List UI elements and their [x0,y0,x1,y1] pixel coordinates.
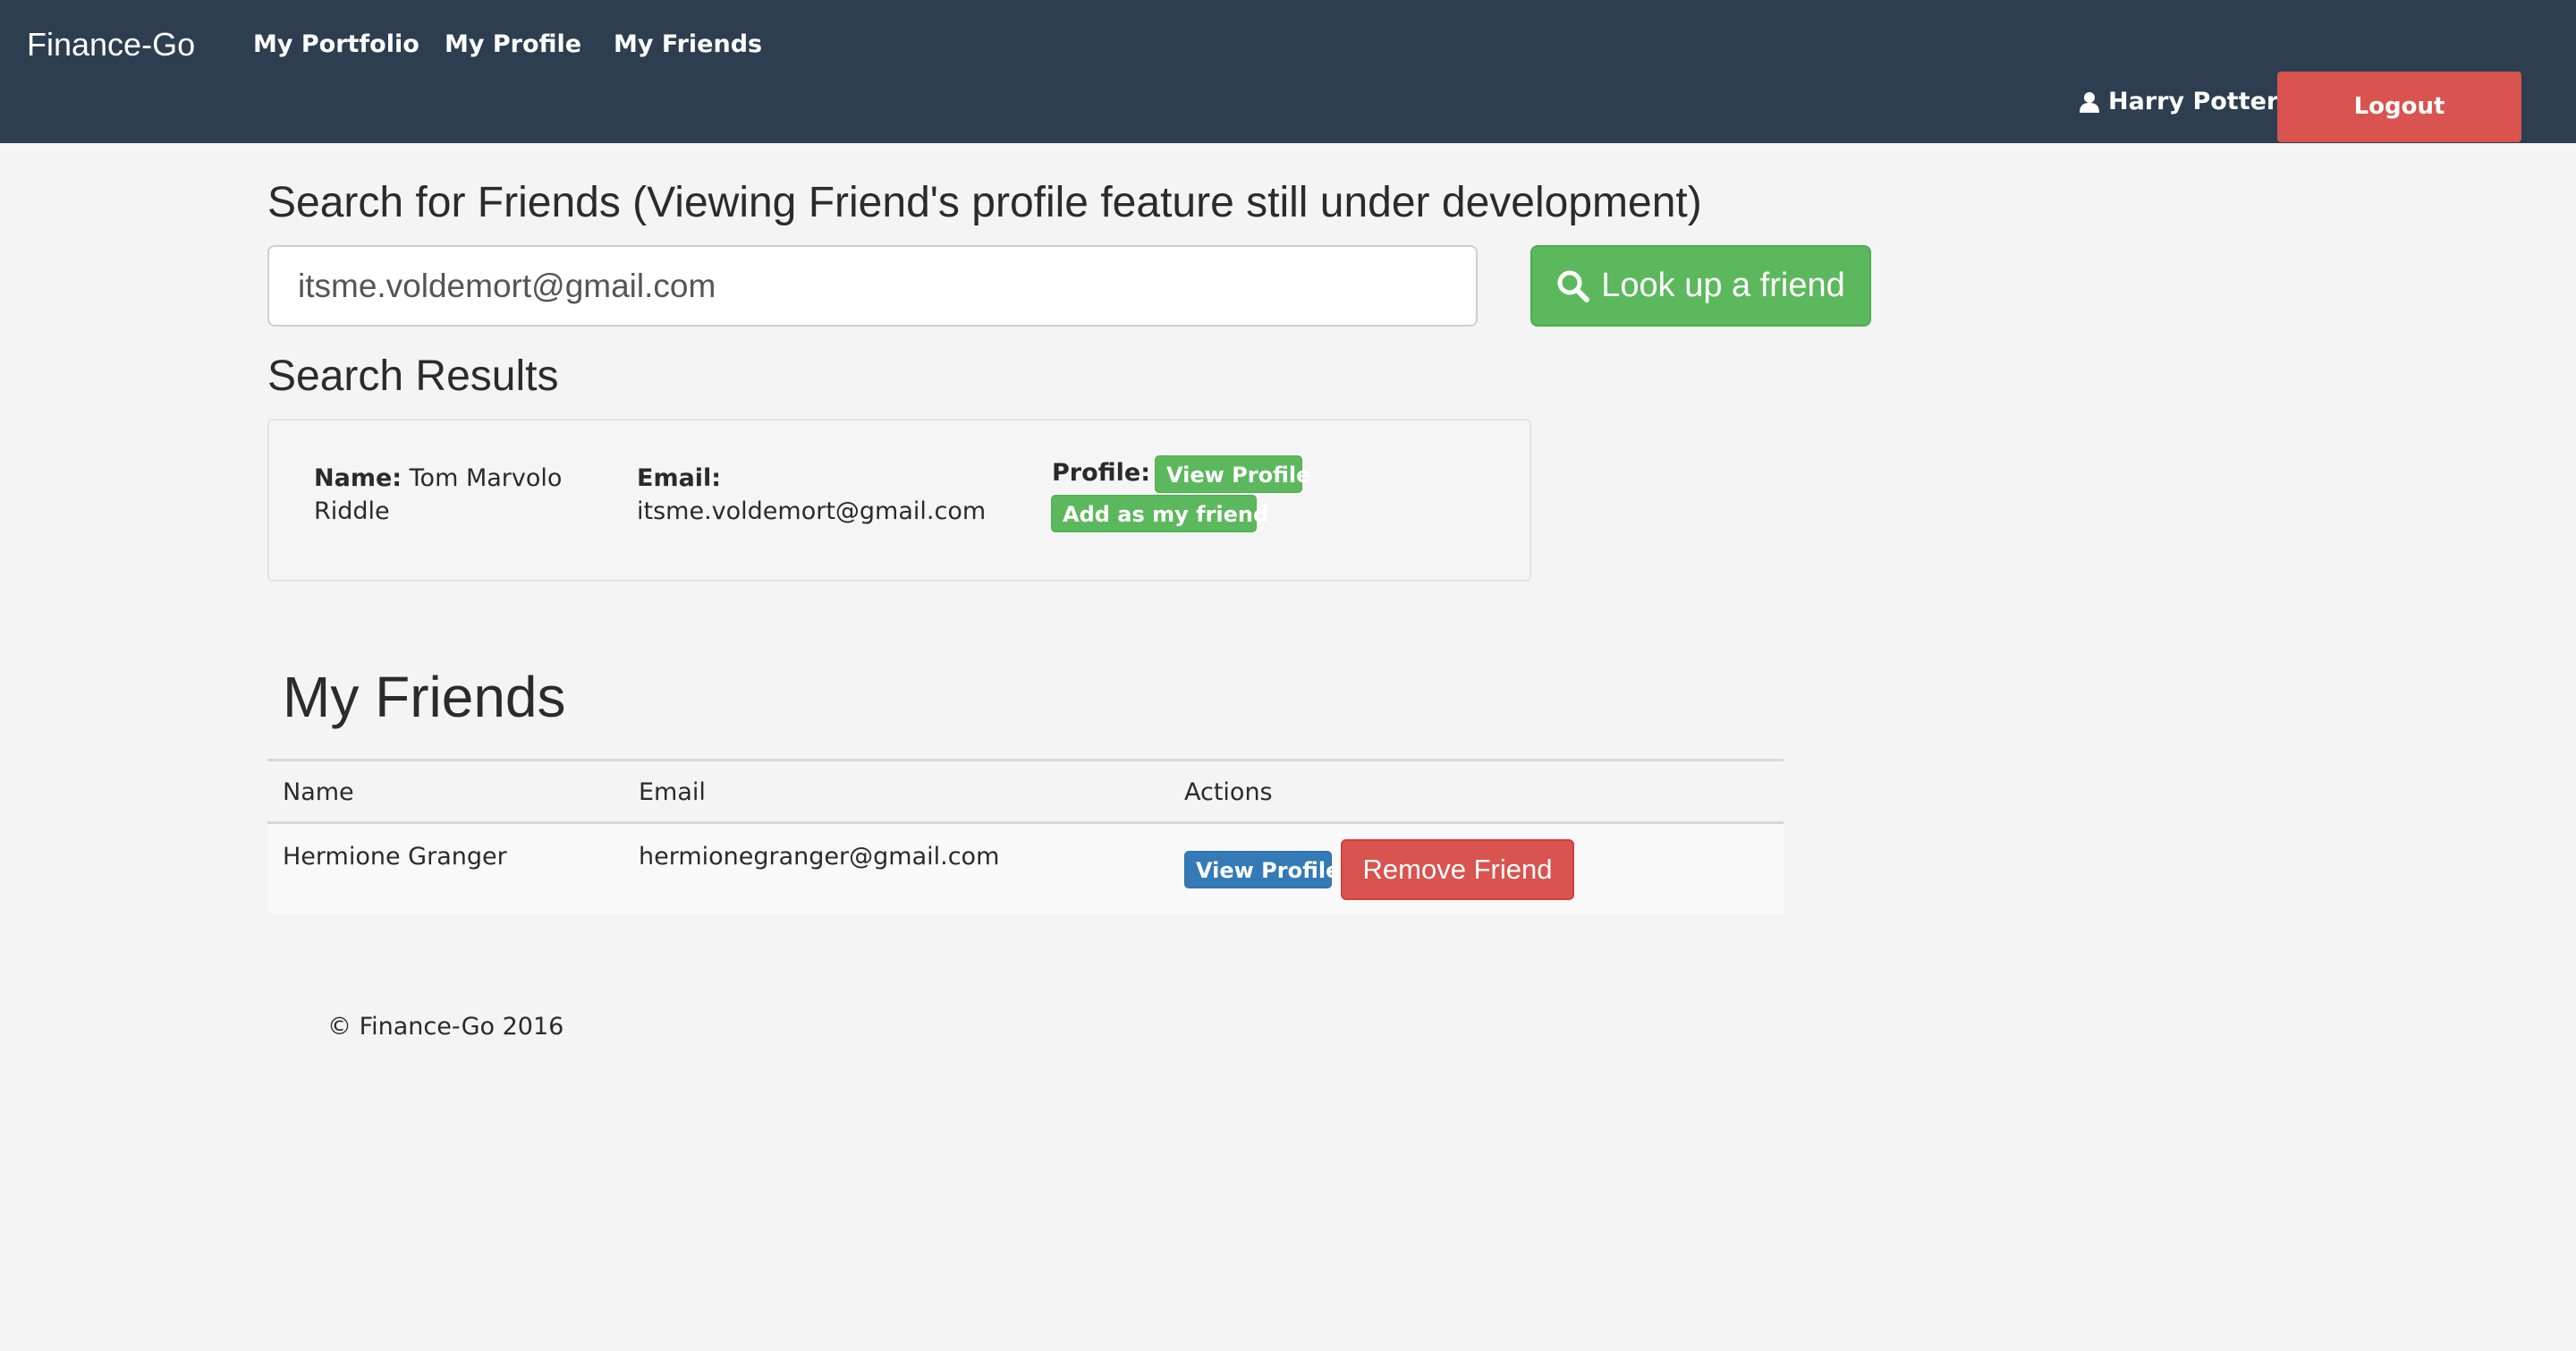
friend-name: Hermione Granger [283,843,507,871]
add-as-friend-button[interactable]: Add as my friend [1051,495,1268,532]
result-name: Name: Tom Marvolo Riddle [314,462,600,528]
friend-email: hermionegranger@gmail.com [639,843,1000,871]
nav-link-my-portfolio[interactable]: My Portfolio [253,23,419,66]
remove-friend-button[interactable]: Remove Friend [1341,839,1574,900]
brand-logo[interactable]: Finance-Go [27,21,195,68]
search-icon [1557,270,1590,302]
result-view-profile-button[interactable]: View Profile [1155,455,1310,493]
my-friends-heading: My Friends [283,665,566,729]
result-name-label: Name: [314,464,402,492]
result-email-value: itsme.voldemort@gmail.com [637,497,987,525]
nav-link-my-profile[interactable]: My Profile [445,23,581,66]
column-header-email: Email [639,778,706,806]
table-row: Hermione Granger hermionegranger@gmail.c… [267,824,1784,913]
table-header: Name Email Actions [267,759,1784,824]
search-result-card: Name: Tom Marvolo Riddle Email: itsme.vo… [267,419,1531,582]
search-heading: Search for Friends (Viewing Friend's pro… [267,179,1702,226]
top-navbar: Finance-Go My Portfolio My Profile My Fr… [0,0,2576,143]
friends-table: Name Email Actions Hermione Granger herm… [267,759,1784,913]
user-icon [2080,92,2099,113]
current-user[interactable]: Harry Potter [2080,82,2278,122]
result-profile-label: Profile: [1052,459,1151,487]
result-email-label: Email: [637,464,722,492]
look-up-friend-button[interactable]: Look up a friend [1530,245,1871,327]
nav-link-my-friends[interactable]: My Friends [614,23,762,66]
footer-copyright: © Finance-Go 2016 [327,1013,564,1041]
friend-view-profile-button[interactable]: View Profile [1184,851,1340,888]
result-email: Email: itsme.voldemort@gmail.com [637,462,995,528]
column-header-name: Name [283,778,354,806]
friend-search-input[interactable] [267,245,1478,327]
look-up-friend-label: Look up a friend [1601,267,1845,304]
user-name: Harry Potter [2108,88,2279,115]
search-results-heading: Search Results [267,353,559,400]
column-header-actions: Actions [1184,778,1273,806]
logout-button[interactable]: Logout [2277,72,2521,142]
